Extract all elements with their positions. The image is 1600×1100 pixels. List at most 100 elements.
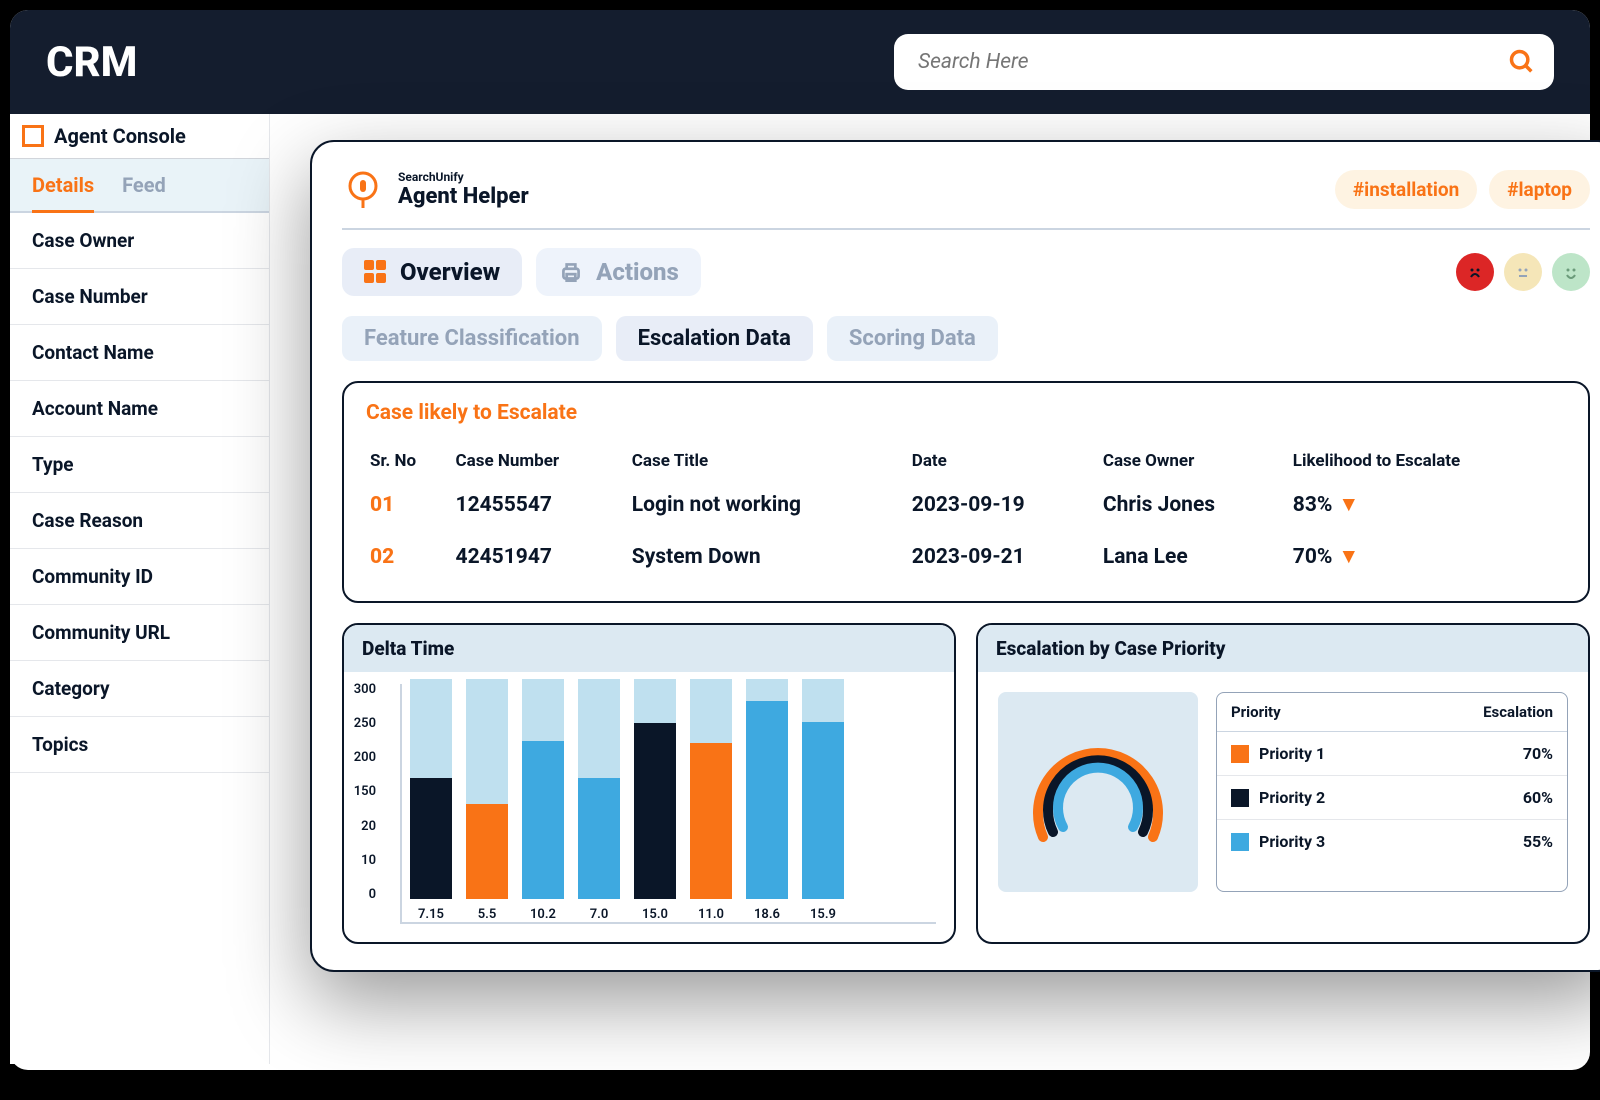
swatch-icon — [1231, 745, 1249, 763]
pri-name: Priority 3 — [1259, 832, 1523, 851]
brand-text: SearchUnify Agent Helper — [398, 170, 529, 209]
priority-row: Priority 3 55% — [1217, 820, 1567, 863]
ytick: 0 — [344, 887, 376, 902]
cell-lik[interactable]: 70%▼ — [1289, 531, 1566, 583]
cell-title: System Down — [628, 531, 908, 583]
field-account-name[interactable]: Account Name — [10, 381, 269, 437]
priority-row: Priority 1 70% — [1217, 732, 1567, 776]
topbar: CRM — [10, 10, 1590, 114]
app-title: CRM — [46, 38, 137, 87]
cell-owner: Chris Jones — [1099, 479, 1289, 531]
th-sr: Sr. No — [366, 443, 452, 479]
data-tabs: Feature Classification Escalation Data S… — [342, 316, 1590, 361]
table-row[interactable]: 01 12455547 Login not working 2023-09-19… — [366, 479, 1566, 531]
view-tabs: Overview Actions — [342, 248, 1590, 296]
escalate-table: Sr. No Case Number Case Title Date Case … — [366, 443, 1566, 583]
subtab-feed[interactable]: Feed — [122, 173, 166, 197]
field-community-url[interactable]: Community URL — [10, 605, 269, 661]
field-type[interactable]: Type — [10, 437, 269, 493]
th-title: Case Title — [628, 443, 908, 479]
cell-sr: 02 — [366, 531, 452, 583]
th-lik: Likelihood to Escalate — [1289, 443, 1566, 479]
cell-date: 2023-09-21 — [908, 531, 1099, 583]
cell-owner: Lana Lee — [1099, 531, 1289, 583]
subtab-details[interactable]: Details — [32, 173, 94, 213]
escalate-title: Case likely to Escalate — [366, 401, 1566, 425]
ytick: 10 — [344, 853, 376, 868]
tab-scoring-data[interactable]: Scoring Data — [827, 316, 998, 361]
sidebar-subtabs: Details Feed — [10, 159, 269, 213]
ytick: 250 — [344, 716, 376, 731]
field-contact-name[interactable]: Contact Name — [10, 325, 269, 381]
field-category[interactable]: Category — [10, 661, 269, 717]
grid-icon — [364, 260, 388, 284]
priority-head: Priority Escalation — [1217, 693, 1567, 732]
face-happy-icon[interactable] — [1552, 253, 1590, 291]
gauge-arc — [998, 692, 1198, 892]
field-topics[interactable]: Topics — [10, 717, 269, 773]
face-sad-icon[interactable] — [1456, 253, 1494, 291]
searchunify-logo-icon — [342, 168, 384, 210]
escalate-box: Case likely to Escalate Sr. No Case Numb… — [342, 381, 1590, 603]
th-num: Case Number — [452, 443, 628, 479]
ytick: 300 — [344, 682, 376, 697]
field-case-number[interactable]: Case Number — [10, 269, 269, 325]
bar-chart: 7.155.510.27.015.011.018.615.9 — [400, 684, 936, 924]
overview-label: Overview — [400, 258, 500, 286]
escalation-priority-chart: Escalation by Case Priority Priority Esc… — [976, 623, 1590, 944]
field-case-reason[interactable]: Case Reason — [10, 493, 269, 549]
chart-title: Delta Time — [344, 625, 954, 672]
cell-num: 12455547 — [452, 479, 628, 531]
pri-h1: Priority — [1231, 703, 1483, 721]
sidebar: Agent Console Details Feed Case Owner Ca… — [10, 114, 270, 1064]
tab-feature-classification[interactable]: Feature Classification — [342, 316, 602, 361]
search-input[interactable] — [894, 34, 1554, 90]
cell-sr: 01 — [366, 479, 452, 531]
panel-header: SearchUnify Agent Helper #installation #… — [342, 168, 1590, 230]
agent-helper-panel: SearchUnify Agent Helper #installation #… — [310, 140, 1600, 972]
face-neutral-icon[interactable] — [1504, 253, 1542, 291]
actions-label: Actions — [596, 258, 679, 286]
tab-escalation-data[interactable]: Escalation Data — [616, 316, 813, 361]
cell-lik[interactable]: 83%▼ — [1289, 479, 1566, 531]
pri-h2: Escalation — [1483, 703, 1553, 721]
ytick: 200 — [344, 750, 376, 765]
cell-title: Login not working — [628, 479, 908, 531]
y-axis: 300 250 200 150 20 10 0 — [344, 682, 382, 902]
tag-laptop[interactable]: #laptop — [1489, 170, 1590, 209]
swatch-icon — [1231, 833, 1249, 851]
caret-down-icon: ▼ — [1338, 545, 1359, 569]
chart-title: Escalation by Case Priority — [978, 625, 1588, 672]
search-wrap — [894, 34, 1554, 90]
priority-table: Priority Escalation Priority 1 70% Prior… — [1216, 692, 1568, 892]
th-owner: Case Owner — [1099, 443, 1289, 479]
cell-date: 2023-09-19 — [908, 479, 1099, 531]
pri-name: Priority 2 — [1259, 788, 1523, 807]
agent-console-tab[interactable]: Agent Console — [10, 114, 269, 159]
brand-small: SearchUnify — [398, 170, 529, 184]
pri-val: 70% — [1523, 744, 1553, 763]
field-case-owner[interactable]: Case Owner — [10, 213, 269, 269]
pri-name: Priority 1 — [1259, 744, 1523, 763]
tag-installation[interactable]: #installation — [1335, 170, 1477, 209]
swatch-icon — [1231, 789, 1249, 807]
brand-big: Agent Helper — [398, 184, 529, 209]
tab-overview[interactable]: Overview — [342, 248, 522, 296]
lik-val: 83% — [1293, 493, 1333, 517]
delta-time-chart: Delta Time 300 250 200 150 20 10 0 7.155… — [342, 623, 956, 944]
field-community-id[interactable]: Community ID — [10, 549, 269, 605]
tab-label: Agent Console — [54, 124, 186, 148]
priority-row: Priority 2 60% — [1217, 776, 1567, 820]
pri-val: 55% — [1523, 832, 1553, 851]
pri-val: 60% — [1523, 788, 1553, 807]
caret-down-icon: ▼ — [1338, 493, 1359, 517]
search-icon[interactable] — [1508, 48, 1536, 80]
square-icon — [22, 125, 44, 147]
printer-icon — [558, 259, 584, 285]
th-date: Date — [908, 443, 1099, 479]
table-row[interactable]: 02 42451947 System Down 2023-09-21 Lana … — [366, 531, 1566, 583]
lik-val: 70% — [1293, 545, 1333, 569]
ytick: 20 — [344, 819, 376, 834]
sentiment-faces — [1456, 253, 1590, 291]
tab-actions[interactable]: Actions — [536, 248, 701, 296]
